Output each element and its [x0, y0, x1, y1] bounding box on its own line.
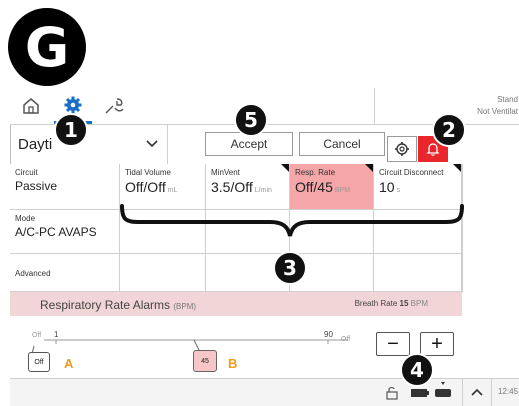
alarm-panel-right	[462, 292, 519, 378]
power-source-icon	[435, 382, 451, 397]
scale-min-label: Off	[32, 332, 42, 339]
decrement-button[interactable]: −	[376, 332, 410, 356]
chevron-up-icon[interactable]	[470, 387, 484, 397]
marker-a: A	[64, 356, 74, 371]
scale-min-value: 1	[54, 330, 59, 339]
callout-3: 3	[273, 251, 307, 285]
scale-max-label: Off	[341, 336, 351, 343]
callout-5: 5	[234, 103, 268, 137]
marker-b: B	[228, 356, 238, 371]
callout-1: 1	[54, 113, 88, 147]
breath-rate-value: 15	[399, 299, 409, 308]
increment-button[interactable]: +	[420, 332, 454, 356]
callout-2: 2	[432, 113, 466, 147]
breath-rate-label: Breath Rate	[354, 299, 398, 308]
alarm-panel-header: Respiratory Rate Alarms (BPM) Breath Rat…	[10, 292, 462, 316]
unlock-icon[interactable]	[386, 386, 398, 400]
high-alarm-handle[interactable]: 45	[193, 350, 217, 372]
alarm-panel-unit: (BPM)	[173, 302, 197, 311]
low-alarm-handle[interactable]: Off	[28, 352, 50, 372]
bottom-bar: 12:45	[10, 378, 519, 406]
callout-4: 4	[400, 353, 434, 387]
alarm-panel-title: Respiratory Rate Alarms	[40, 298, 171, 312]
scale-max-value: 90	[324, 330, 333, 339]
breath-rate-unit: BPM	[410, 299, 428, 308]
battery-icon	[411, 389, 429, 397]
clock: 12:45	[498, 387, 519, 396]
